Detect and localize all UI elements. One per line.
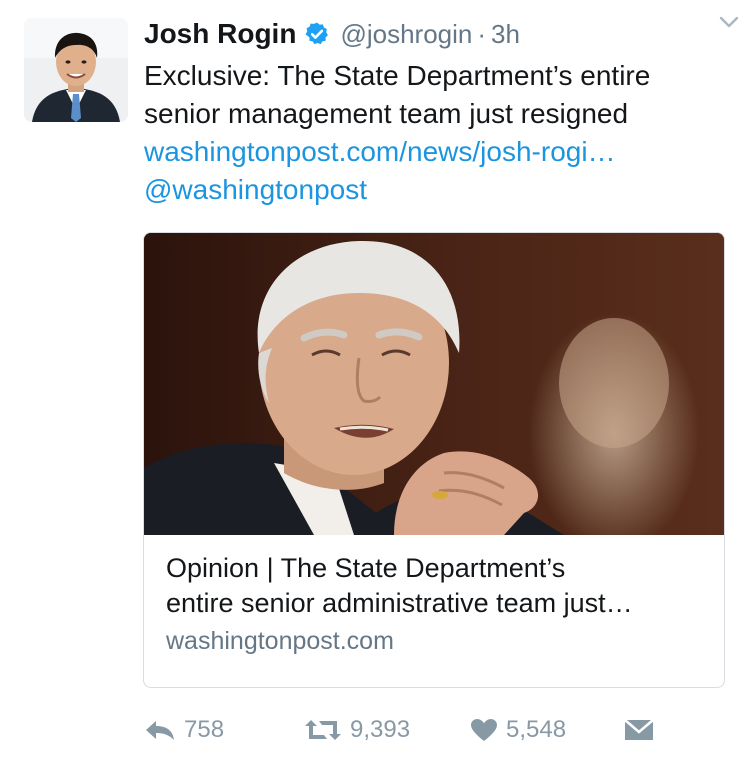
card-title-line: entire senior administrative team just… (166, 588, 633, 618)
tweet: Josh Rogin @joshrogin · 3h Exclusive: Th… (0, 0, 749, 763)
reply-button[interactable]: 758 (144, 710, 224, 750)
card-body: Opinion | The State Department’s entire … (166, 551, 708, 656)
avatar[interactable] (24, 18, 128, 122)
author-handle[interactable]: @joshrogin (340, 19, 472, 50)
retweet-icon (305, 720, 341, 740)
reply-icon (146, 721, 174, 740)
action-bar: 758 9,393 5,548 (144, 710, 704, 750)
card-title-line: Opinion | The State Department’s (166, 553, 566, 583)
tweet-timestamp[interactable]: 3h (491, 19, 520, 50)
header-separator: · (477, 18, 487, 49)
heart-icon (471, 719, 497, 741)
tweet-header: Josh Rogin @joshrogin · 3h (144, 14, 733, 54)
like-count: 5,548 (506, 716, 567, 743)
tweet-text: Exclusive: The State Department’s entire… (144, 57, 734, 209)
author-display-name[interactable]: Josh Rogin (144, 18, 296, 50)
card-image (144, 233, 724, 535)
retweet-count: 9,393 (350, 716, 411, 743)
like-button[interactable]: 5,548 (470, 710, 566, 750)
mention-link[interactable]: @washingtonpost (144, 171, 734, 209)
article-link[interactable]: washingtonpost.com/news/josh-rogi… (144, 133, 734, 171)
retweet-button[interactable]: 9,393 (304, 710, 410, 750)
verified-badge-icon (304, 21, 330, 47)
card-title: Opinion | The State Department’s entire … (166, 551, 708, 621)
tweet-text-line: Exclusive: The State Department’s entire (144, 60, 651, 91)
avatar-image (24, 18, 128, 122)
tweet-text-line: senior management team just resigned (144, 98, 629, 129)
direct-message-button[interactable] (624, 710, 654, 750)
reply-count: 758 (184, 716, 225, 743)
link-card[interactable]: Opinion | The State Department’s entire … (143, 232, 725, 688)
chevron-down-icon[interactable] (717, 10, 741, 34)
card-domain: washingtonpost.com (166, 627, 394, 655)
envelope-icon (624, 719, 654, 740)
